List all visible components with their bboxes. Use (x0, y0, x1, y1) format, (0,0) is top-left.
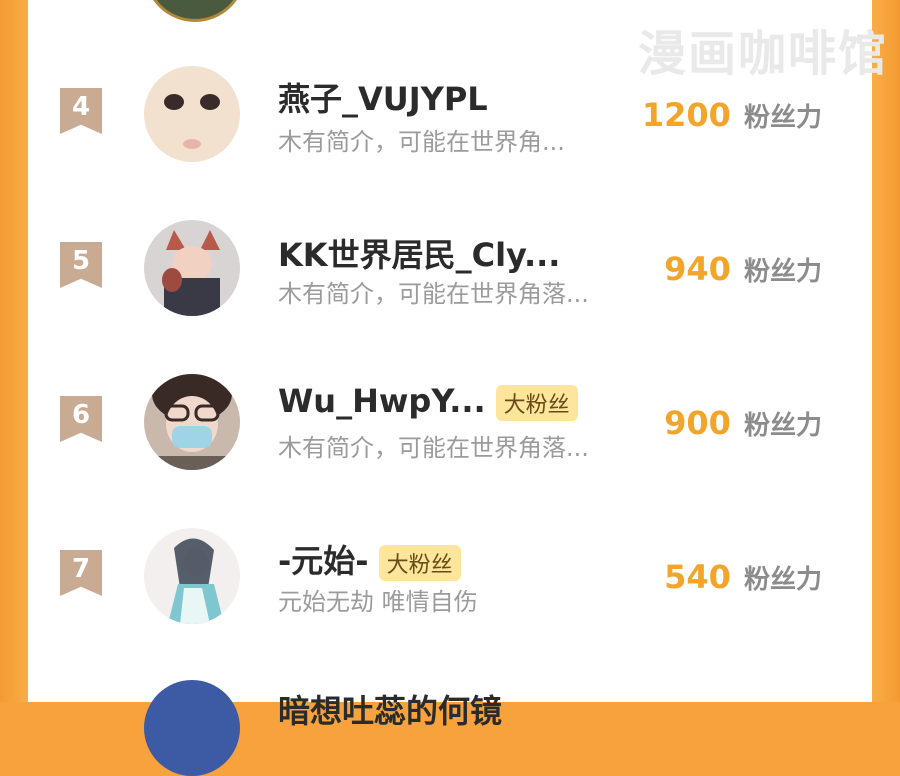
fan-power: 540 粉丝力 (664, 558, 822, 596)
user-bio: 木有简介，可能在世界角落... (278, 280, 589, 308)
avatar[interactable] (144, 374, 240, 470)
fan-power: 940 粉丝力 (664, 250, 822, 288)
list-item[interactable]: 5 KK世界居民_Cly... 木有简介，可能在世界角落... 940 粉丝力 (0, 212, 900, 322)
avatar[interactable] (144, 66, 240, 162)
rank-ribbon: 5 (60, 242, 102, 288)
user-bio: 木有简介，可能在世界角... (278, 128, 565, 156)
user-name-text[interactable]: -元始- (278, 542, 369, 580)
user-bio: 木有简介，可能在世界角落... (278, 434, 589, 462)
user-name[interactable]: Wu_HwpY... 大粉丝 (278, 382, 578, 421)
rank-ribbon: 6 (60, 396, 102, 442)
fan-power: 1200 粉丝力 (642, 96, 822, 134)
fan-power-unit: 粉丝力 (743, 256, 822, 287)
fan-power-unit: 粉丝力 (743, 564, 822, 595)
rank-ribbon: 4 (60, 88, 102, 134)
fan-power-unit: 粉丝力 (743, 410, 822, 441)
list-item[interactable]: 6 Wu_HwpY... 大粉丝 木有简介，可能在世界角落... 900 粉丝力 (0, 366, 900, 476)
user-name-text[interactable]: Wu_HwpY... (278, 382, 486, 420)
user-name[interactable]: -元始- 大粉丝 (278, 536, 461, 582)
fan-power-value: 940 (664, 250, 731, 288)
user-bio: 元始无劫 唯情自伤 (278, 588, 478, 616)
avatar[interactable] (144, 220, 240, 316)
fan-power: 900 粉丝力 (664, 404, 822, 442)
fan-power-value: 540 (664, 558, 731, 596)
big-fan-badge: 大粉丝 (495, 385, 578, 421)
list-item[interactable]: 4 燕子_VUJYPL 木有简介，可能在世界角... 1200 粉丝力 (0, 58, 900, 168)
fan-power-value: 1200 (641, 96, 731, 134)
user-name[interactable]: 暗想吐蕊的何镜 (278, 686, 502, 732)
avatar[interactable] (144, 680, 240, 776)
big-fan-badge: 大粉丝 (378, 545, 461, 581)
list-item[interactable]: 7 -元始- 大粉丝 元始无劫 唯情自伤 540 粉丝力 (0, 520, 900, 630)
avatar[interactable] (144, 528, 240, 624)
rank-ribbon: 7 (60, 550, 102, 596)
fan-power-unit: 粉丝力 (743, 102, 822, 133)
fan-power-value: 900 (664, 404, 731, 442)
user-name[interactable]: 燕子_VUJYPL (278, 74, 488, 120)
user-name[interactable]: KK世界居民_Cly... (278, 230, 560, 276)
